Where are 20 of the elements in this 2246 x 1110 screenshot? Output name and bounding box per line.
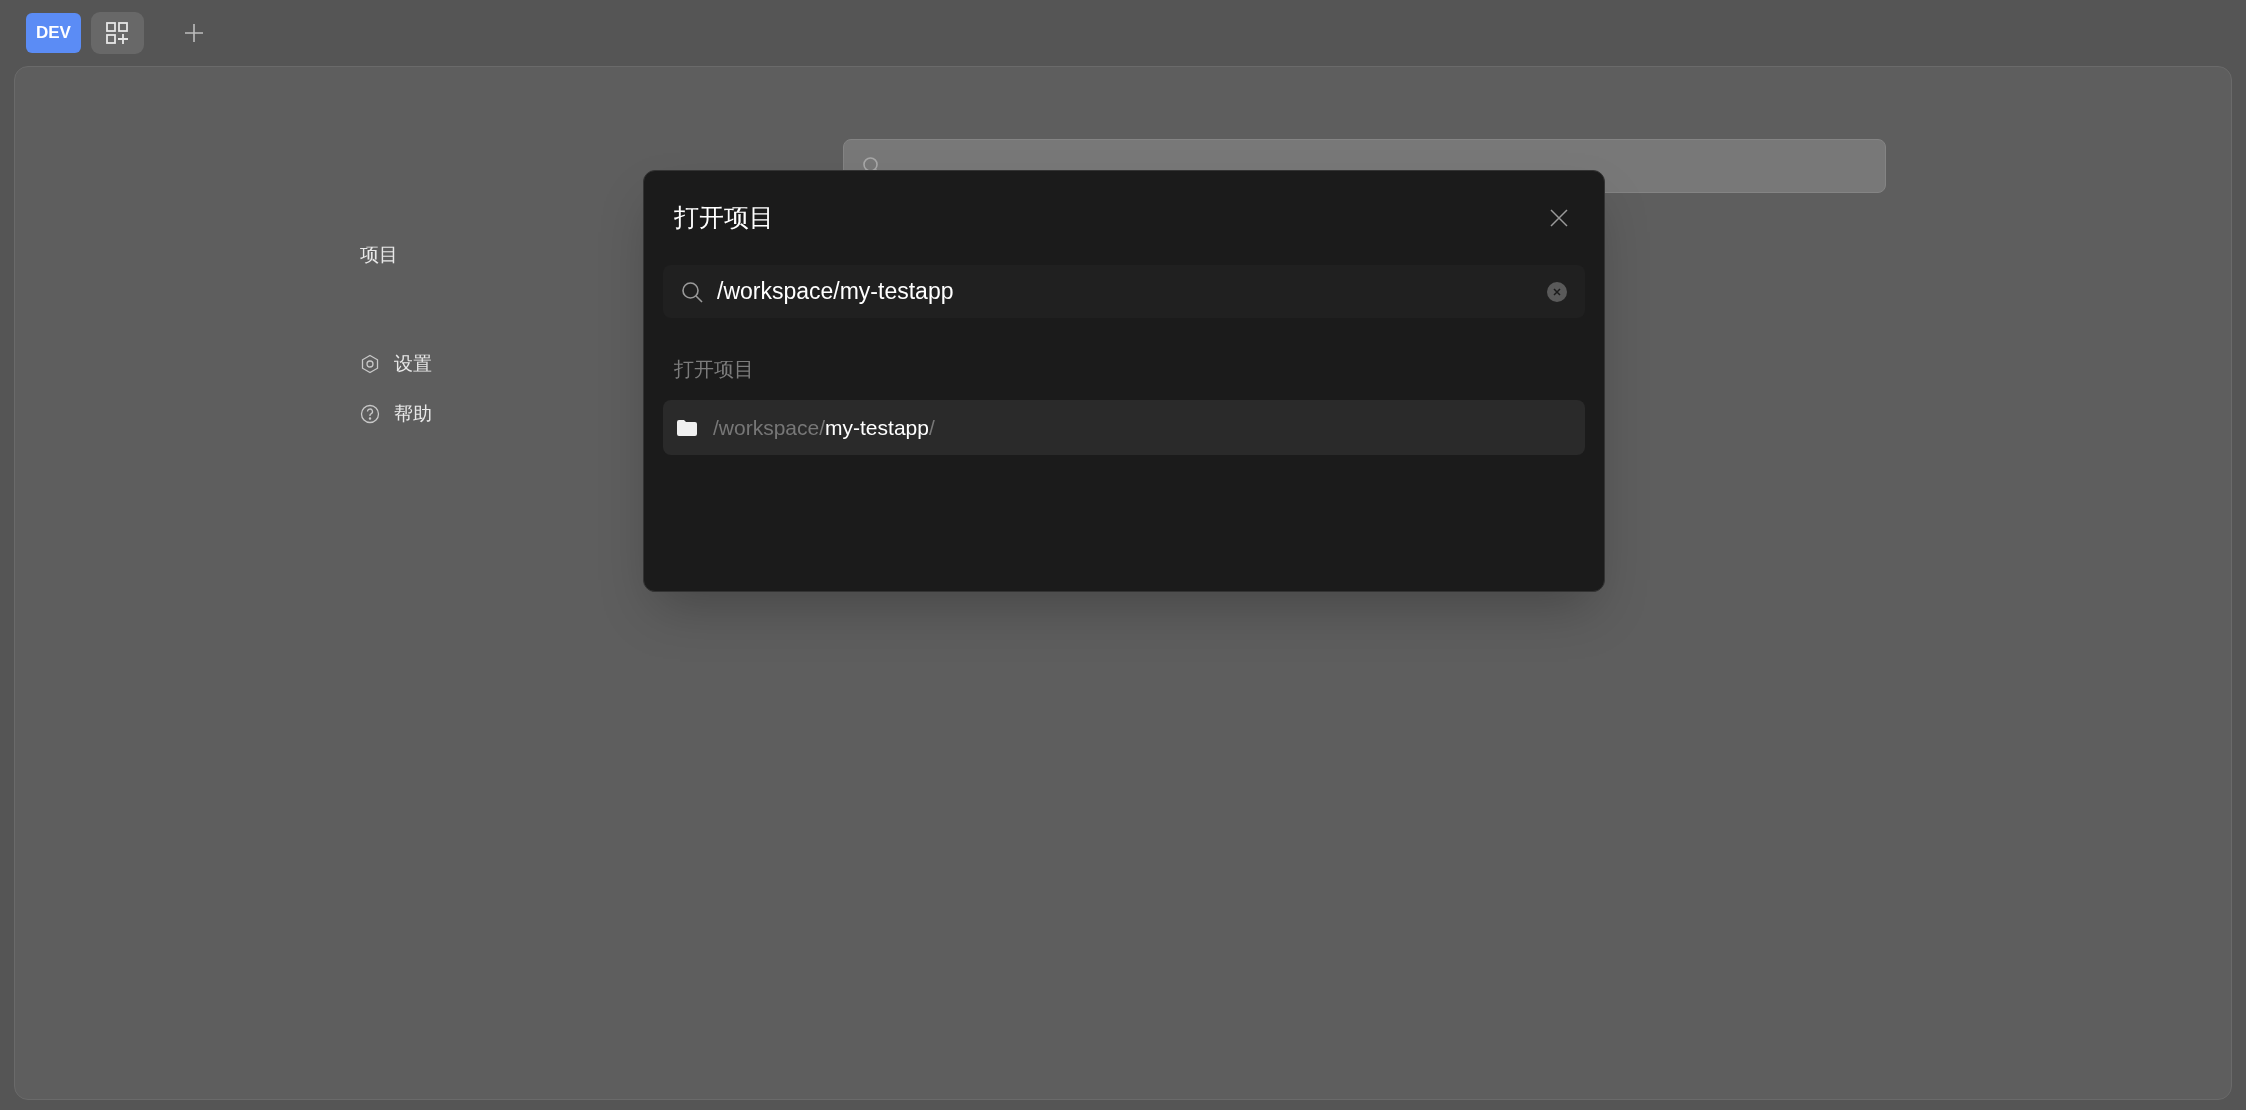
section-label: 打开项目: [673, 357, 755, 382]
folder-icon: [677, 419, 697, 436]
clear-button[interactable]: [1547, 281, 1567, 302]
search-icon: [681, 280, 703, 303]
grid-plus-icon: [106, 22, 129, 44]
path-input[interactable]: /workspace/my-testapp: [717, 274, 1533, 309]
help-icon: [360, 404, 380, 425]
section-title: 项目: [360, 243, 399, 267]
dialog-title: 打开项目: [674, 202, 774, 234]
add-widget-button[interactable]: [90, 12, 144, 54]
project-path: /workspace/my-testapp/: [713, 414, 935, 441]
plus-icon: [183, 23, 204, 43]
close-icon: [1549, 208, 1569, 228]
sidebar-item[interactable]: 设置: [360, 349, 432, 378]
hexagon-gear-icon: [360, 353, 380, 374]
environment-badge: DEV: [26, 13, 81, 53]
clear-icon: [1553, 287, 1561, 296]
result-row[interactable]: /workspace/my-testapp/: [663, 400, 1585, 455]
project-search-field[interactable]: /workspace/my-testapp: [663, 265, 1585, 318]
sidebar-item[interactable]: 帮助: [360, 400, 432, 429]
